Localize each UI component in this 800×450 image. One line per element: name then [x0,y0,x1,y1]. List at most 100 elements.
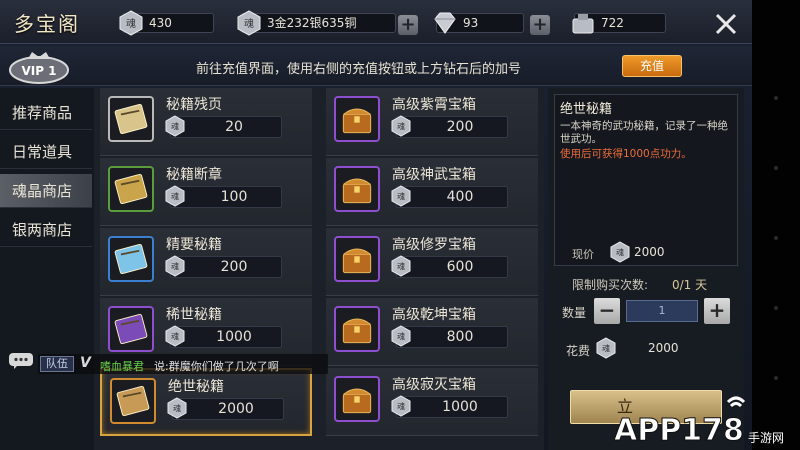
item-card[interactable]: 秘籍断章魂 100 [100,158,312,226]
item-price-box: 魂 1000 [391,395,508,418]
item-name: 秘籍断章 [166,167,222,183]
resource-value: 722 [601,16,624,30]
soul-icon: 魂 [391,185,411,207]
watermark-suffix: 手游网 [748,431,784,445]
svg-text:魂: 魂 [397,261,405,271]
item-price-box: 魂 1000 [165,325,282,348]
close-icon[interactable] [713,11,739,37]
detail-title: 绝世秘籍 [560,102,613,117]
item-card[interactable]: 绝世秘籍魂 2000 [100,368,312,436]
svg-text:魂: 魂 [616,247,624,257]
soul-icon: 魂 [167,397,187,419]
vip-badge-icon: VIP 1 [9,52,69,84]
item-price-box: 魂 800 [391,325,508,348]
item-name: 高级神武宝箱 [392,167,476,183]
item-card[interactable]: 高级紫霄宝箱魂 200 [326,88,538,156]
purchase-limit-value: 0/1 天 [672,278,708,292]
item-price-box: 魂 600 [391,255,508,278]
item-price: 200 [220,259,248,275]
item-card[interactable]: 高级乾坤宝箱魂 800 [326,298,538,366]
quantity-decrease-button[interactable]: − [594,298,620,324]
item-name: 高级紫霄宝箱 [392,97,476,113]
resource-value: 3金232银635铜 [267,16,357,30]
add-diamond-button[interactable]: + [530,15,550,35]
soul-icon: 魂 [391,395,411,417]
chest-icon [334,376,380,422]
item-price-box: 魂 200 [165,255,282,278]
item-price-box: 魂 200 [391,115,508,138]
chat-text: 说:群魔你们做了几次了啊 [154,360,279,373]
svg-text:魂: 魂 [244,17,254,30]
item-price: 2000 [218,401,254,417]
tab-recommended[interactable]: 推荐商品 [0,96,92,130]
notice-text: 前往充值界面，使用右侧的充值按钮或上方钻石后的加号 [196,62,522,77]
resource-silver: 722 [572,13,666,34]
quantity-input[interactable]: 1 [626,300,698,322]
diamond-icon [434,12,456,34]
chest-icon [334,166,380,212]
soul-icon: 魂 [165,255,185,277]
soul-icon: 魂 [165,325,185,347]
vip-label: VIP 1 [21,64,56,78]
current-price-label: 现价 [572,248,594,261]
watermark-brand: APP178 [614,413,744,448]
quantity-label: 数量 [562,306,587,320]
item-price-box: 魂 2000 [167,397,284,420]
svg-text:魂: 魂 [171,261,179,271]
scroll-icon [108,96,154,142]
resource-soul-crystal: 魂 430 [119,10,214,36]
chest-icon [334,96,380,142]
resource-value: 93 [463,16,479,30]
svg-text:魂: 魂 [397,401,405,411]
chest-icon [334,306,380,352]
svg-text:魂: 魂 [171,191,179,201]
quantity-increase-button[interactable]: + [704,298,730,324]
item-card[interactable]: 高级修罗宝箱魂 600 [326,228,538,296]
soul-icon: 魂 [165,185,185,207]
svg-text:魂: 魂 [602,343,610,353]
item-card[interactable]: 秘籍残页魂 20 [100,88,312,156]
tab-silver-shop[interactable]: 银两商店 [0,213,92,247]
item-price: 200 [446,119,474,135]
chat-channel-tag: 队伍 [40,356,74,372]
green-scroll-icon [108,166,154,212]
item-price: 600 [446,259,474,275]
item-name: 绝世秘籍 [168,379,224,395]
edge-dot [774,376,778,380]
resource-value: 430 [149,16,172,30]
resource-currency: 魂 3金232银635铜 [237,10,396,36]
item-card[interactable]: 精要秘籍魂 200 [100,228,312,296]
cost-label: 花费 [566,344,591,358]
svg-text:魂: 魂 [397,191,405,201]
svg-text:魂: 魂 [397,331,405,341]
item-price: 100 [220,189,248,205]
recharge-button[interactable]: 充值 [622,55,682,77]
gold-book-icon [110,378,156,424]
item-name: 精要秘籍 [166,237,222,253]
chat-sender[interactable]: 嗜血暴君 [100,358,144,374]
soul-icon: 魂 [391,115,411,137]
tab-daily-items[interactable]: 日常道具 [0,135,92,169]
item-price: 1000 [216,329,252,345]
soul-icon: 魂 [165,115,185,137]
svg-text:魂: 魂 [171,121,179,131]
blue-scroll-icon [108,236,154,282]
tab-soul-crystal-shop[interactable]: 魂晶商店 [0,174,92,208]
add-currency-button[interactable]: + [398,15,418,35]
item-card[interactable]: 高级寂灭宝箱魂 1000 [326,368,538,436]
item-price: 20 [225,119,243,135]
soul-icon: 魂 [237,10,261,36]
edge-dot [774,236,778,240]
item-price-box: 魂 100 [165,185,282,208]
soul-icon: 魂 [391,255,411,277]
chat-bubble-icon[interactable] [8,352,34,370]
cost-value: 2000 [648,341,679,355]
soul-icon: 魂 [596,337,616,359]
page-title: 多宝阁 [14,12,80,36]
chest-icon [334,236,380,282]
item-card[interactable]: 高级神武宝箱魂 400 [326,158,538,226]
item-name: 高级修罗宝箱 [392,237,476,253]
app178-watermark: APP178 手游网 [614,396,784,449]
wifi-icon [726,396,746,408]
edge-dot [774,306,778,310]
